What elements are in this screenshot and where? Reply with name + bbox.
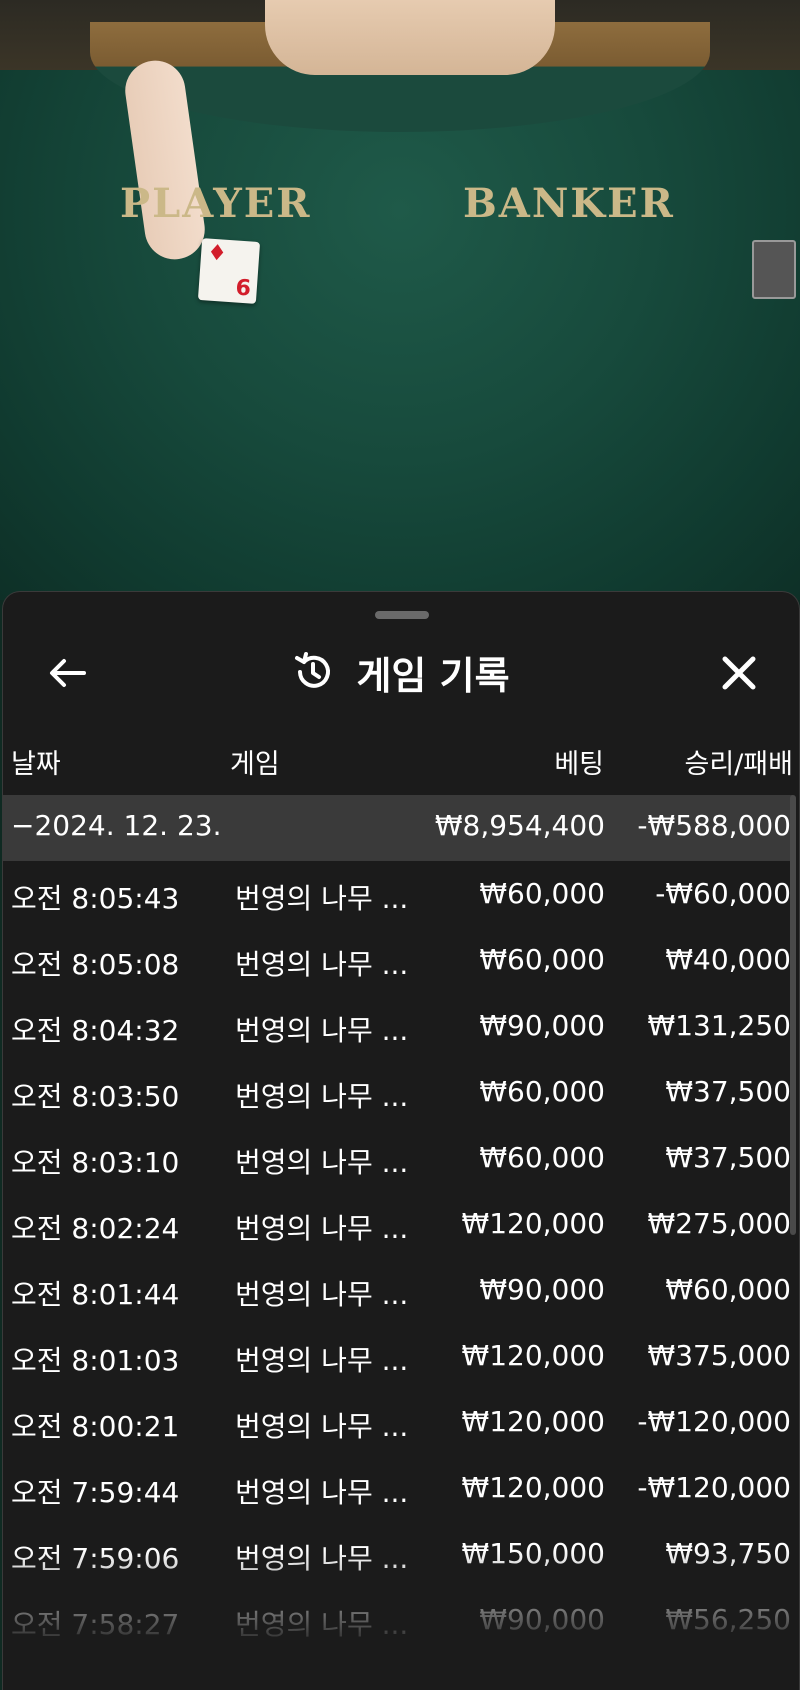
row-bet: ₩90,000 — [479, 1603, 605, 1636]
row-game: 번영의 나무 ... — [235, 1080, 409, 1113]
row-time: 오전 7:59:44 — [11, 1476, 180, 1509]
row-game: 번영의 나무 ... — [235, 882, 409, 915]
history-row[interactable]: 오전 8:01:44 번영의 나무 ... ₩90,000 ₩60,000 — [3, 1257, 793, 1323]
row-game: 번영의 나무 ... — [235, 1542, 409, 1575]
row-game: 번영의 나무 ... — [235, 948, 409, 981]
row-win-loss: ₩275,000 — [647, 1207, 791, 1240]
row-win-loss: ₩37,500 — [665, 1141, 791, 1174]
row-win-loss: ₩56,250 — [665, 1603, 791, 1636]
row-time: 오전 8:04:32 — [11, 1014, 180, 1047]
column-header-game: 게임 — [230, 749, 280, 780]
row-win-loss: -₩60,000 — [655, 877, 791, 910]
row-win-loss: ₩60,000 — [665, 1273, 791, 1306]
row-time: 오전 7:59:06 — [11, 1542, 180, 1575]
row-win-loss: ₩93,750 — [665, 1537, 791, 1570]
card-shoe — [752, 240, 796, 299]
row-bet: ₩150,000 — [461, 1537, 605, 1570]
row-time: 오전 8:05:08 — [11, 948, 180, 981]
card-rank: 6 — [234, 275, 252, 302]
row-win-loss: ₩37,500 — [665, 1075, 791, 1108]
sheet-header: 게임 기록 — [3, 632, 799, 712]
row-time: 오전 8:02:24 — [11, 1212, 180, 1245]
scrollbar[interactable] — [790, 795, 796, 1235]
live-table-video: PLAYER BANKER ♦ 6 — [0, 0, 800, 600]
sheet-drag-handle[interactable] — [375, 611, 429, 619]
row-game: 번영의 나무 ... — [235, 1608, 409, 1641]
history-row[interactable]: 오전 8:05:43 번영의 나무 ... ₩60,000 -₩60,000 — [3, 861, 793, 927]
row-bet: ₩120,000 — [461, 1471, 605, 1504]
history-row[interactable]: 오전 7:59:06 번영의 나무 ... ₩150,000 ₩93,750 — [3, 1521, 793, 1587]
day-group-win-total: -₩588,000 — [637, 809, 791, 842]
row-time: 오전 8:05:43 — [11, 882, 180, 915]
history-row[interactable]: 오전 7:58:27 번영의 나무 ... ₩90,000 ₩56,250 — [3, 1587, 793, 1653]
history-row[interactable]: 오전 8:01:03 번영의 나무 ... ₩120,000 ₩375,000 — [3, 1323, 793, 1389]
history-row[interactable]: 오전 8:00:21 번영의 나무 ... ₩120,000 -₩120,000 — [3, 1389, 793, 1455]
playing-card: ♦ 6 — [197, 238, 261, 304]
history-row[interactable]: 오전 8:03:10 번영의 나무 ... ₩60,000 ₩37,500 — [3, 1125, 793, 1191]
row-bet: ₩90,000 — [479, 1273, 605, 1306]
row-bet: ₩60,000 — [479, 943, 605, 976]
row-win-loss: ₩375,000 — [647, 1339, 791, 1372]
row-game: 번영의 나무 ... — [235, 1344, 409, 1377]
row-win-loss: ₩40,000 — [665, 943, 791, 976]
row-game: 번영의 나무 ... — [235, 1212, 409, 1245]
sheet-title-group: 게임 기록 — [3, 644, 799, 700]
row-bet: ₩120,000 — [461, 1339, 605, 1372]
page-title: 게임 기록 — [356, 653, 510, 698]
day-group-bet-total: ₩8,954,400 — [434, 809, 605, 842]
row-time: 오전 8:00:21 — [11, 1410, 180, 1443]
row-bet: ₩60,000 — [479, 1075, 605, 1108]
game-history-sheet: 게임 기록 날짜 게임 베팅 승리/패배 −2024. 12. 23. ₩8,9… — [2, 591, 800, 1690]
row-bet: ₩90,000 — [479, 1009, 605, 1042]
row-game: 번영의 나무 ... — [235, 1014, 409, 1047]
row-game: 번영의 나무 ... — [235, 1146, 409, 1179]
close-button[interactable] — [711, 648, 767, 698]
row-bet: ₩60,000 — [479, 877, 605, 910]
banker-label: BANKER — [463, 180, 675, 227]
history-row[interactable]: 오전 8:04:32 번영의 나무 ... ₩90,000 ₩131,250 — [3, 993, 793, 1059]
row-time: 오전 8:03:50 — [11, 1080, 180, 1113]
day-group-row[interactable]: −2024. 12. 23. ₩8,954,400 -₩588,000 — [3, 795, 793, 861]
row-time: 오전 8:01:03 — [11, 1344, 180, 1377]
row-win-loss: -₩120,000 — [637, 1471, 791, 1504]
row-time: 오전 8:01:44 — [11, 1278, 180, 1311]
column-header-date: 날짜 — [11, 749, 61, 780]
row-bet: ₩120,000 — [461, 1405, 605, 1438]
history-row[interactable]: 오전 8:05:08 번영의 나무 ... ₩60,000 ₩40,000 — [3, 927, 793, 993]
close-icon — [722, 656, 756, 690]
row-game: 번영의 나무 ... — [235, 1476, 409, 1509]
history-icon — [295, 652, 331, 688]
player-label: PLAYER — [120, 180, 312, 227]
history-row[interactable]: 오전 7:59:44 번영의 나무 ... ₩120,000 -₩120,000 — [3, 1455, 793, 1521]
history-row[interactable]: 오전 8:02:24 번영의 나무 ... ₩120,000 ₩275,000 — [3, 1191, 793, 1257]
row-bet: ₩120,000 — [461, 1207, 605, 1240]
history-row[interactable]: 오전 8:03:50 번영의 나무 ... ₩60,000 ₩37,500 — [3, 1059, 793, 1125]
row-time: 오전 8:03:10 — [11, 1146, 180, 1179]
row-bet: ₩60,000 — [479, 1141, 605, 1174]
row-win-loss: ₩131,250 — [647, 1009, 791, 1042]
history-list: 오전 8:05:43 번영의 나무 ... ₩60,000 -₩60,000 오전 8… — [3, 861, 793, 1653]
row-win-loss: -₩120,000 — [637, 1405, 791, 1438]
row-game: 번영의 나무 ... — [235, 1278, 409, 1311]
column-header-bet: 베팅 — [554, 749, 604, 780]
dealer — [265, 0, 555, 75]
card-suit: ♦ — [206, 240, 228, 267]
row-time: 오전 7:58:27 — [11, 1608, 180, 1641]
column-header-win-loss: 승리/패배 — [684, 749, 793, 780]
day-group-date: −2024. 12. 23. — [11, 809, 222, 842]
row-game: 번영의 나무 ... — [235, 1410, 409, 1443]
